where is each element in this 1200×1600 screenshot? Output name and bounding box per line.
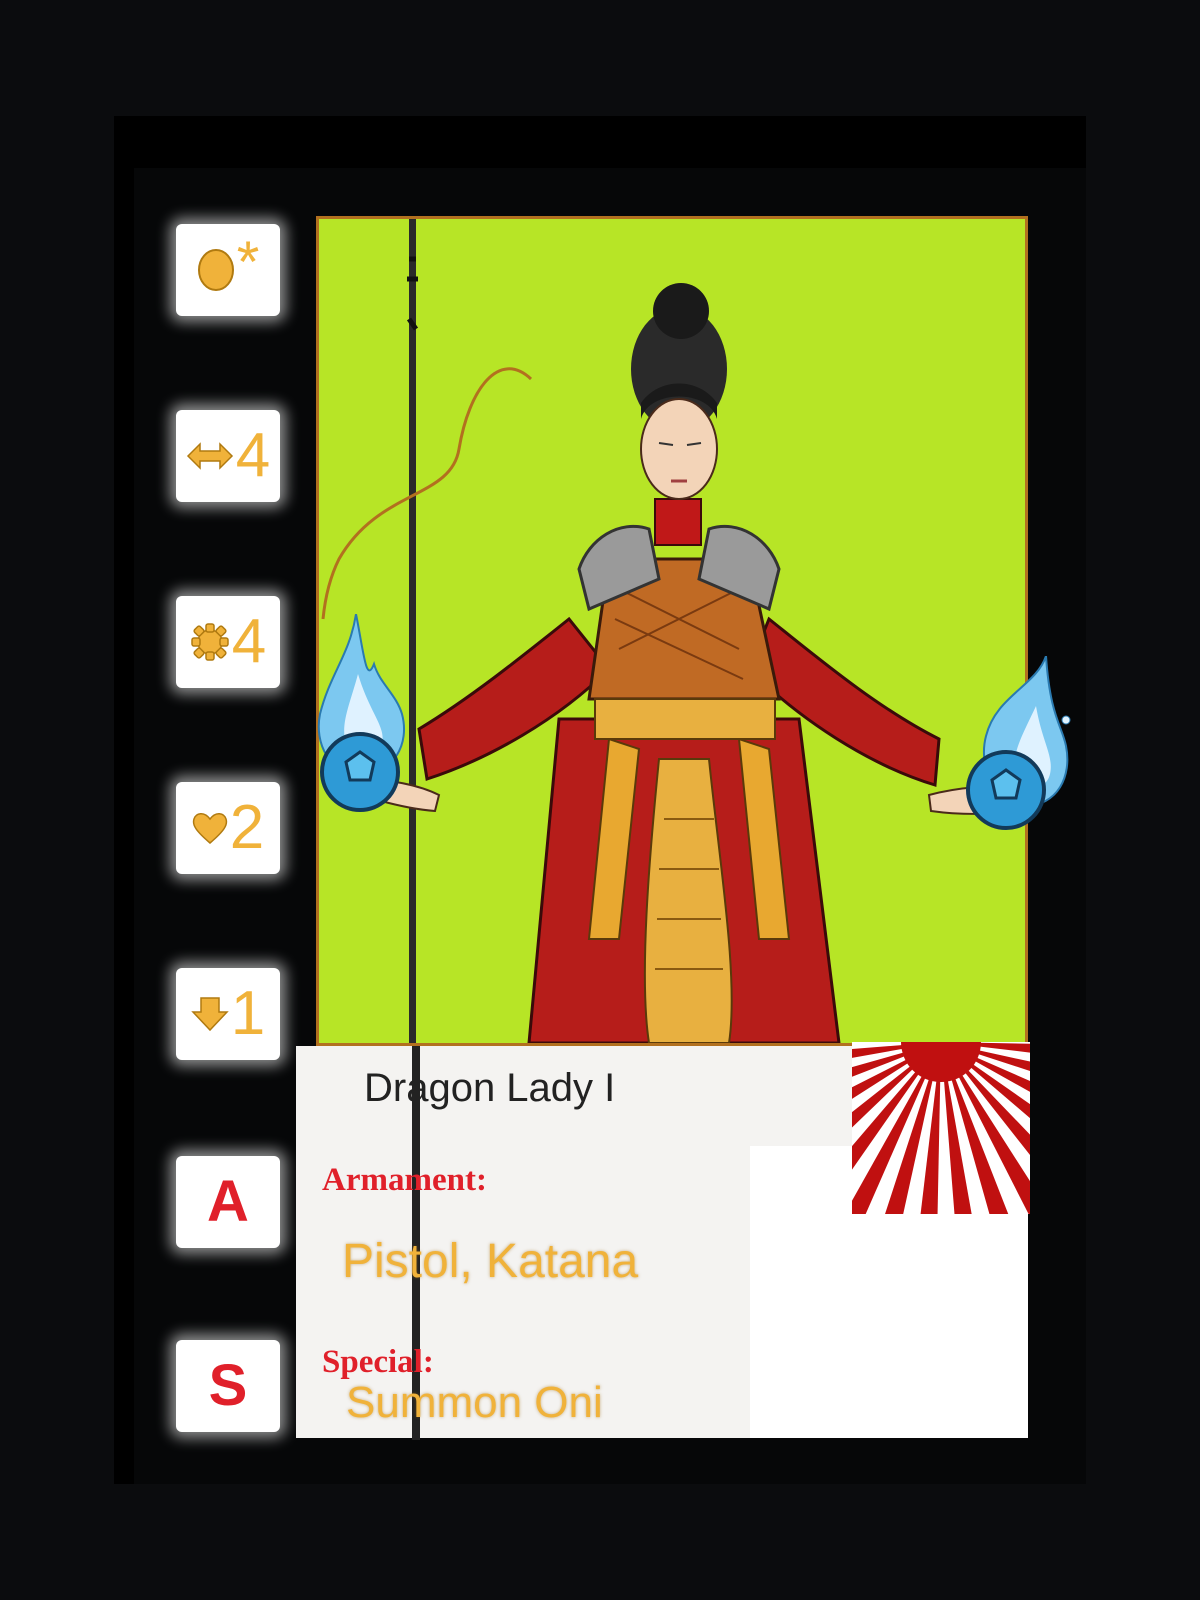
armament-letter: A [207,1169,249,1234]
special-letter: S [208,1353,248,1418]
hair-bun [653,283,709,339]
rising-sun-emblem-icon [852,1042,1030,1214]
stat-move: 4 [176,410,280,502]
stat-cost-value: * [236,230,260,295]
move-arrows-icon [186,440,234,472]
stat-move-value: 4 [235,421,271,490]
gear-icon [190,622,230,662]
heart-icon [192,811,228,845]
character-art [316,216,1028,1046]
stat-special: S [176,1340,280,1432]
stat-skill: 4 [176,596,280,688]
stat-health: 2 [176,782,280,874]
blue-flame-right-icon [966,656,1071,830]
armament-value: Pistol, Katana [342,1235,639,1288]
stat-skill-value: 4 [231,607,267,676]
stat-health-value: 2 [229,793,265,862]
stat-cost: * [176,224,280,316]
rope [321,367,533,620]
card-frame-left [114,116,134,1484]
blue-flame-left-icon [317,614,405,812]
special-label: Special: [322,1344,434,1380]
stat-defense-value: 1 [230,979,266,1048]
dragon-lady-illustration [321,219,1025,1043]
stat-armament: A [176,1156,280,1248]
character-name: Dragon Lady I [364,1066,616,1110]
card-frame-top [114,116,1086,168]
special-value: Summon Oni [346,1378,603,1427]
down-arrow-icon [191,996,229,1032]
stat-defense: 1 [176,968,280,1060]
armament-label: Armament: [322,1162,487,1198]
coin-icon [197,248,235,292]
